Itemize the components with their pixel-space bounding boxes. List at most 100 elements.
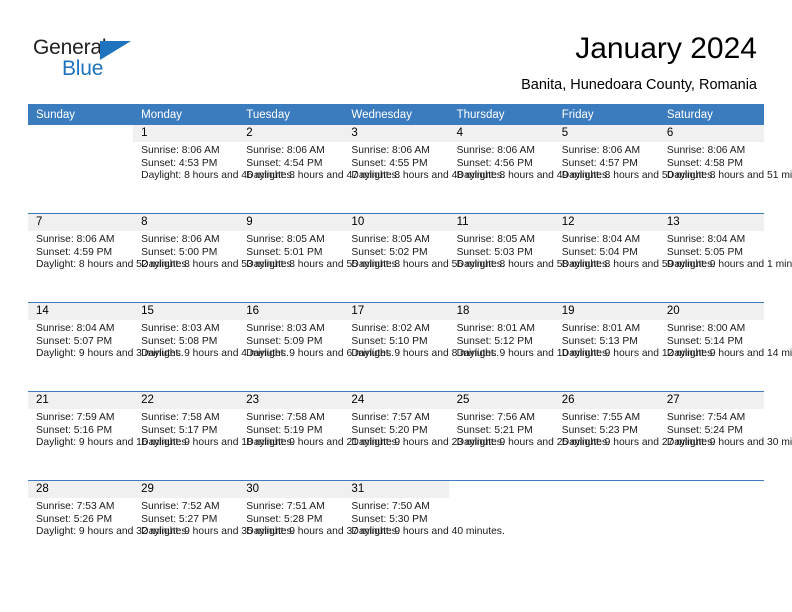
day-details: Sunrise: 7:56 AM Sunset: 5:21 PM Daylight:… bbox=[449, 409, 610, 450]
day-cell-inner: 23 Sunrise: 7:58 AM Sunset: 5:19 PM Dayligh… bbox=[238, 392, 400, 480]
sunset-text: Sunset: 5:28 PM bbox=[246, 513, 323, 525]
daylight-text: Daylight: 9 hours and 10 minutes. bbox=[456, 348, 610, 360]
sunrise-text: Sunrise: 8:01 AM bbox=[561, 323, 641, 334]
day-cell-inner: 5 Sunrise: 8:06 AM Sunset: 4:57 PM Daylight… bbox=[553, 125, 715, 213]
sunset-text: Sunset: 4:58 PM bbox=[666, 157, 743, 169]
calendar-day-cell[interactable]: 18 Sunrise: 8:01 AM Sunset: 5:12 PM Dayligh… bbox=[448, 302, 610, 392]
calendar-page: General Blue January 2024 Banita, Hunedo… bbox=[0, 0, 792, 612]
calendar-day-cell[interactable]: 30 Sunrise: 7:51 AM Sunset: 5:28 PM Dayligh… bbox=[238, 480, 400, 569]
day-details: Sunrise: 7:59 AM Sunset: 5:16 PM Daylight:… bbox=[28, 409, 189, 450]
calendar-header-row: Sunday Monday Tuesday Wednesday Thursday Frid… bbox=[28, 104, 764, 125]
calendar-day-cell[interactable]: 15 Sunrise: 8:03 AM Sunset: 5:08 PM Dayligh… bbox=[133, 302, 289, 392]
calendar-day-cell[interactable]: 5 Sunrise: 8:06 AM Sunset: 4:57 PM Daylight… bbox=[553, 125, 715, 214]
day-details: Sunrise: 8:01 AM Sunset: 5:12 PM Daylight:… bbox=[449, 320, 610, 361]
day-details: Sunrise: 8:06 AM Sunset: 5:00 PM Daylight:… bbox=[133, 231, 294, 272]
calendar-day-cell[interactable]: 7 Sunrise: 8:06 AM Sunset: 4:59 PM Daylight… bbox=[28, 213, 190, 303]
calendar-day-cell[interactable]: 31 Sunrise: 7:50 AM Sunset: 5:30 PM Dayligh… bbox=[343, 480, 505, 569]
calendar-week-row: 14 Sunrise: 8:04 AM Sunset: 5:07 PM Dayligh… bbox=[28, 302, 792, 392]
calendar-day-cell-empty bbox=[553, 480, 659, 569]
sunset-text: Sunset: 4:55 PM bbox=[351, 157, 428, 169]
calendar-day-cell-empty bbox=[658, 480, 764, 569]
sunrise-text: Sunrise: 7:50 AM bbox=[351, 501, 430, 512]
day-cell-inner: 9 Sunrise: 8:05 AM Sunset: 5:01 PM Daylight… bbox=[238, 214, 400, 302]
calendar-day-cell[interactable]: 21 Sunrise: 7:59 AM Sunset: 5:16 PM Dayligh… bbox=[28, 391, 189, 481]
daylight-text: Daylight: 8 hours and 52 minutes. bbox=[36, 259, 190, 271]
sunrise-text: Sunrise: 8:05 AM bbox=[456, 234, 535, 245]
day-cell-inner bbox=[28, 125, 133, 213]
sunrise-text: Sunrise: 8:06 AM bbox=[36, 234, 115, 245]
calendar-day-cell[interactable]: 10 Sunrise: 8:05 AM Sunset: 5:02 PM Dayligh… bbox=[343, 213, 505, 303]
calendar-day-cell[interactable]: 22 Sunrise: 7:58 AM Sunset: 5:17 PM Dayligh… bbox=[133, 391, 295, 481]
calendar-day-cell[interactable]: 24 Sunrise: 7:57 AM Sunset: 5:20 PM Dayligh… bbox=[343, 391, 505, 481]
day-details: Sunrise: 8:04 AM Sunset: 5:05 PM Daylight:… bbox=[659, 231, 792, 272]
day-number: 5 bbox=[553, 125, 659, 142]
calendar-day-cell[interactable]: 1 Sunrise: 8:06 AM Sunset: 4:53 PM Daylight… bbox=[133, 125, 295, 214]
day-cell-inner: 22 Sunrise: 7:58 AM Sunset: 5:17 PM Dayligh… bbox=[133, 392, 295, 480]
day-cell-inner: 10 Sunrise: 8:05 AM Sunset: 5:02 PM Dayligh… bbox=[343, 214, 505, 302]
general-blue-logo[interactable]: General Blue bbox=[33, 36, 163, 82]
calendar-day-cell[interactable]: 20 Sunrise: 8:00 AM Sunset: 5:14 PM Dayligh… bbox=[658, 302, 792, 392]
calendar-day-cell[interactable]: 12 Sunrise: 8:04 AM Sunset: 5:04 PM Dayligh… bbox=[553, 213, 715, 303]
weekday-header-wednesday: Wednesday bbox=[343, 104, 449, 125]
calendar-day-cell[interactable]: 11 Sunrise: 8:05 AM Sunset: 5:03 PM Dayligh… bbox=[448, 213, 610, 303]
calendar-day-cell[interactable]: 26 Sunrise: 7:55 AM Sunset: 5:23 PM Dayligh… bbox=[553, 391, 715, 481]
sunset-text: Sunset: 5:13 PM bbox=[561, 335, 638, 347]
calendar-day-cell-empty bbox=[448, 480, 554, 569]
calendar-day-cell[interactable]: 17 Sunrise: 8:02 AM Sunset: 5:10 PM Dayligh… bbox=[343, 302, 499, 392]
page-subtitle: Banita, Hunedoara County, Romania bbox=[521, 77, 757, 93]
sunset-text: Sunset: 5:19 PM bbox=[246, 424, 323, 436]
sunset-text: Sunset: 5:07 PM bbox=[36, 335, 113, 347]
calendar-day-cell[interactable]: 16 Sunrise: 8:03 AM Sunset: 5:09 PM Dayligh… bbox=[238, 302, 394, 392]
page-header: General Blue January 2024 Banita, Hunedo… bbox=[0, 0, 792, 100]
sunrise-text: Sunrise: 8:06 AM bbox=[141, 234, 220, 245]
daylight-text: Daylight: 9 hours and 40 minutes. bbox=[351, 526, 505, 538]
calendar-day-cell[interactable]: 4 Sunrise: 8:06 AM Sunset: 4:56 PM Daylight… bbox=[448, 125, 610, 214]
daylight-text: Daylight: 8 hours and 55 minutes. bbox=[246, 259, 400, 271]
daylight-text: Daylight: 9 hours and 3 minutes. bbox=[36, 348, 184, 360]
calendar-day-cell[interactable]: 9 Sunrise: 8:05 AM Sunset: 5:01 PM Daylight… bbox=[238, 213, 400, 303]
day-number bbox=[449, 481, 554, 498]
day-cell-inner bbox=[449, 481, 554, 569]
sunrise-text: Sunrise: 7:55 AM bbox=[561, 412, 641, 423]
calendar-day-cell[interactable]: 13 Sunrise: 8:04 AM Sunset: 5:05 PM Dayligh… bbox=[658, 213, 792, 303]
day-details: Sunrise: 8:06 AM Sunset: 4:59 PM Daylight:… bbox=[28, 231, 190, 272]
day-cell-inner: 2 Sunrise: 8:06 AM Sunset: 4:54 PM Daylight… bbox=[238, 125, 400, 213]
weekday-header-monday: Monday bbox=[133, 104, 239, 125]
sunrise-text: Sunrise: 7:58 AM bbox=[246, 412, 325, 423]
sunrise-text: Sunrise: 8:04 AM bbox=[561, 234, 641, 245]
day-number: 19 bbox=[553, 303, 659, 320]
sunrise-text: Sunrise: 7:56 AM bbox=[456, 412, 535, 423]
day-cell-inner: 11 Sunrise: 8:05 AM Sunset: 5:03 PM Dayligh… bbox=[448, 214, 610, 302]
daylight-text: Daylight: 8 hours and 58 minutes. bbox=[456, 259, 610, 271]
calendar-day-cell[interactable]: 3 Sunrise: 8:06 AM Sunset: 4:55 PM Daylight… bbox=[343, 125, 505, 214]
calendar-day-cell[interactable]: 6 Sunrise: 8:06 AM Sunset: 4:58 PM Daylight… bbox=[658, 125, 792, 214]
calendar-day-cell[interactable]: 8 Sunrise: 8:06 AM Sunset: 5:00 PM Daylight… bbox=[133, 213, 295, 303]
day-cell-inner: 31 Sunrise: 7:50 AM Sunset: 5:30 PM Dayligh… bbox=[343, 481, 505, 569]
calendar-day-cell[interactable]: 25 Sunrise: 7:56 AM Sunset: 5:21 PM Dayligh… bbox=[448, 391, 610, 481]
day-cell-inner: 3 Sunrise: 8:06 AM Sunset: 4:55 PM Daylight… bbox=[343, 125, 505, 213]
daylight-text: Daylight: 8 hours and 46 minutes. bbox=[141, 170, 295, 182]
calendar-day-cell[interactable]: 28 Sunrise: 7:53 AM Sunset: 5:26 PM Dayligh… bbox=[28, 480, 189, 569]
sunrise-text: Sunrise: 7:52 AM bbox=[141, 501, 220, 512]
calendar-day-cell[interactable]: 19 Sunrise: 8:01 AM Sunset: 5:13 PM Dayligh… bbox=[553, 302, 715, 392]
weekday-header-tuesday: Tuesday bbox=[238, 104, 344, 125]
day-number: 21 bbox=[28, 392, 134, 409]
daylight-text: Daylight: 9 hours and 37 minutes. bbox=[246, 526, 400, 538]
day-details: Sunrise: 7:54 AM Sunset: 5:24 PM Daylight:… bbox=[659, 409, 792, 450]
daylight-text: Daylight: 8 hours and 48 minutes. bbox=[351, 170, 505, 182]
sunset-text: Sunset: 5:02 PM bbox=[351, 246, 428, 258]
daylight-text: Daylight: 8 hours and 56 minutes. bbox=[351, 259, 505, 271]
calendar-day-cell[interactable]: 29 Sunrise: 7:52 AM Sunset: 5:27 PM Dayligh… bbox=[133, 480, 295, 569]
day-number: 15 bbox=[133, 303, 239, 320]
calendar-day-cell[interactable]: 23 Sunrise: 7:58 AM Sunset: 5:19 PM Dayligh… bbox=[238, 391, 400, 481]
daylight-text: Daylight: 9 hours and 14 minutes. bbox=[666, 348, 792, 360]
sunrise-text: Sunrise: 8:04 AM bbox=[666, 234, 746, 245]
calendar-day-cell[interactable]: 14 Sunrise: 8:04 AM Sunset: 5:07 PM Dayligh… bbox=[28, 302, 184, 392]
calendar-day-cell[interactable]: 2 Sunrise: 8:06 AM Sunset: 4:54 PM Daylight… bbox=[238, 125, 400, 214]
day-details: Sunrise: 8:05 AM Sunset: 5:03 PM Daylight:… bbox=[449, 231, 610, 272]
calendar-day-cell[interactable]: 27 Sunrise: 7:54 AM Sunset: 5:24 PM Dayligh… bbox=[658, 391, 792, 481]
day-details: Sunrise: 7:57 AM Sunset: 5:20 PM Daylight:… bbox=[343, 409, 504, 450]
day-cell-inner: 8 Sunrise: 8:06 AM Sunset: 5:00 PM Daylight… bbox=[133, 214, 295, 302]
daylight-text: Daylight: 9 hours and 35 minutes. bbox=[141, 526, 295, 538]
sunrise-text: Sunrise: 7:58 AM bbox=[141, 412, 220, 423]
